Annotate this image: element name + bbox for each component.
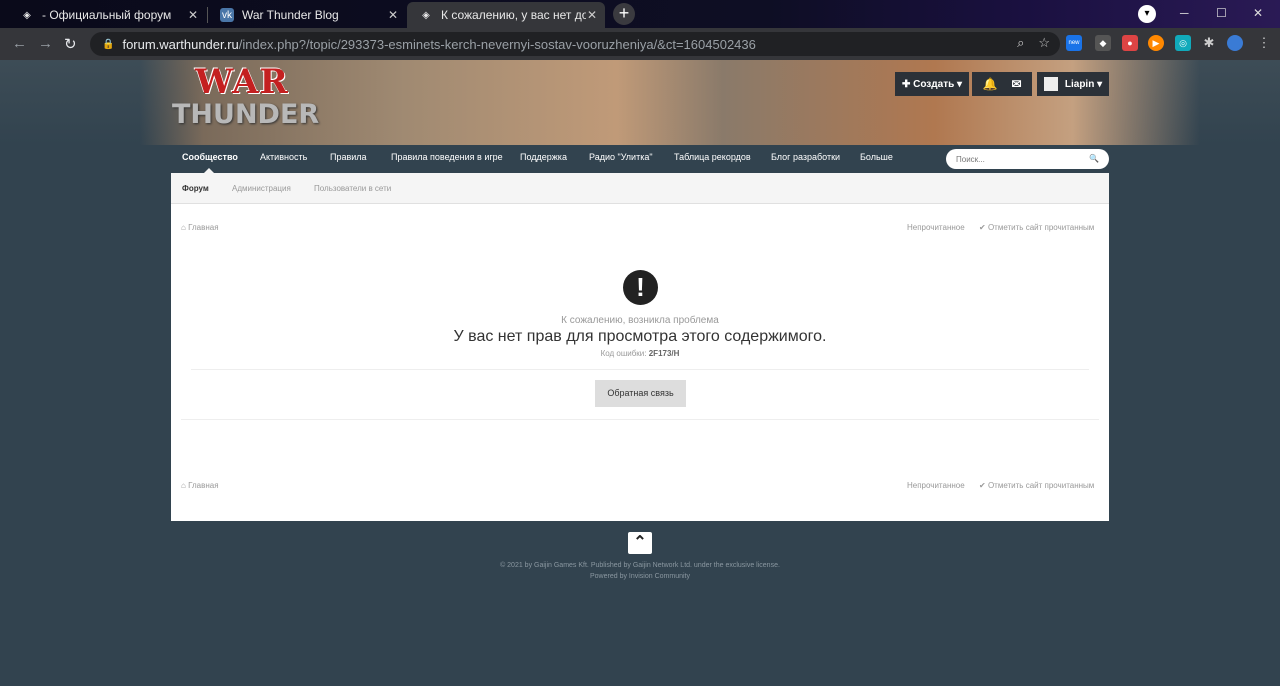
tab-administration[interactable]: Администрация bbox=[232, 184, 291, 193]
close-tab-icon[interactable]: ✕ bbox=[188, 8, 198, 22]
back-to-top-button[interactable]: ⌃ bbox=[628, 532, 652, 554]
home-icon: ⌂ bbox=[181, 223, 186, 232]
tab-online-users[interactable]: Пользователи в сети bbox=[314, 184, 391, 193]
nav-item-dev-blog[interactable]: Блог разработки bbox=[771, 152, 840, 162]
nav-item-rules[interactable]: Правила bbox=[330, 152, 367, 162]
user-menu[interactable]: Liapin ▾ bbox=[1037, 72, 1109, 96]
url-path: /index.php?/topic/293373-esminets-kerch-… bbox=[238, 36, 756, 52]
browser-tab-2[interactable]: vk War Thunder Blog ✕ bbox=[208, 2, 406, 28]
avatar bbox=[1043, 77, 1058, 91]
nav-item-activity[interactable]: Активность bbox=[260, 152, 307, 162]
minimize-icon[interactable]: ─ bbox=[1180, 6, 1189, 20]
error-panel: ! К сожалению, возникла проблема У вас н… bbox=[181, 250, 1099, 420]
unread-link[interactable]: Непрочитанное bbox=[907, 481, 965, 490]
nav-item-community[interactable]: Сообщество bbox=[182, 152, 238, 162]
nav-item-more[interactable]: Больше bbox=[860, 152, 893, 162]
username-label: Liapin ▾ bbox=[1064, 78, 1103, 90]
search-icon[interactable]: 🔍 bbox=[1089, 154, 1099, 163]
browser-tab-1[interactable]: ◈ - Официальный форум ✕ bbox=[8, 2, 206, 28]
extension-icon[interactable]: ● bbox=[1122, 35, 1138, 51]
lock-icon: 🔒 bbox=[102, 38, 115, 50]
create-button[interactable]: ✚ Создать ▾ bbox=[895, 72, 969, 96]
search-input[interactable]: Поиск... 🔍 bbox=[946, 149, 1109, 169]
checkmark-icon: ✔ bbox=[979, 481, 986, 490]
mark-read-link[interactable]: ✔ Отметить сайт прочитанным bbox=[979, 481, 1094, 490]
error-subtitle: К сожалению, возникла проблема bbox=[561, 315, 719, 326]
url-host: forum.warthunder.ru bbox=[122, 36, 239, 52]
powered-by-link[interactable]: Powered by Invision Community bbox=[0, 573, 1280, 580]
warthunder-favicon-icon: ◈ bbox=[422, 9, 430, 21]
back-icon[interactable]: ← bbox=[12, 35, 27, 52]
notifications-bar: 🔔 ✉ bbox=[972, 72, 1032, 96]
close-window-icon[interactable]: ✕ bbox=[1253, 6, 1263, 20]
divider bbox=[191, 369, 1089, 370]
extension-new-icon[interactable]: new bbox=[1066, 35, 1082, 51]
profile-menu-icon[interactable]: ▾ bbox=[1138, 5, 1156, 23]
nav-item-radio[interactable]: Радио "Улитка" bbox=[589, 152, 653, 162]
nav-item-support[interactable]: Поддержка bbox=[520, 152, 567, 162]
close-tab-icon[interactable]: ✕ bbox=[586, 8, 597, 22]
browser-tab-3[interactable]: ◈ К сожалению, у вас нет доступа ✕ bbox=[407, 2, 605, 28]
envelope-icon[interactable]: ✉ bbox=[1011, 77, 1021, 91]
vk-favicon-icon: vk bbox=[220, 8, 234, 22]
address-bar[interactable]: 🔒 forum.warthunder.ru /index.php?/topic/… bbox=[90, 32, 1060, 56]
warthunder-logo[interactable]: WAR THUNDER bbox=[172, 64, 319, 140]
forward-icon[interactable]: → bbox=[38, 35, 53, 52]
browser-menu-icon[interactable]: ⋮ bbox=[1256, 35, 1272, 51]
search-placeholder: Поиск... bbox=[956, 155, 985, 164]
nav-item-leaderboard[interactable]: Таблица рекордов bbox=[674, 152, 751, 162]
warthunder-favicon-icon: ◈ bbox=[23, 9, 31, 21]
error-code: Код ошибки: 2F173/H bbox=[600, 349, 680, 358]
extension-icon[interactable]: ◎ bbox=[1175, 35, 1191, 51]
browser-tab-bar: ◈ - Официальный форум ✕ vk War Thunder B… bbox=[0, 0, 1280, 28]
new-tab-button[interactable]: + bbox=[613, 3, 635, 25]
home-icon: ⌂ bbox=[181, 481, 186, 490]
extensions-puzzle-icon[interactable]: ✱ bbox=[1201, 35, 1217, 51]
error-title: У вас нет прав для просмотра этого содер… bbox=[453, 328, 827, 345]
mark-read-link[interactable]: ✔ Отметить сайт прочитанным bbox=[979, 223, 1094, 232]
avatar[interactable] bbox=[1227, 35, 1243, 51]
breadcrumb[interactable]: ⌂ Главная bbox=[181, 481, 219, 490]
maximize-icon[interactable]: ☐ bbox=[1216, 6, 1227, 20]
tab-title: - Официальный форум bbox=[42, 8, 172, 22]
close-tab-icon[interactable]: ✕ bbox=[388, 8, 398, 22]
feedback-button[interactable]: Обратная связь bbox=[595, 380, 686, 407]
secondary-navigation: Форум Администрация Пользователи в сети bbox=[171, 173, 1109, 204]
exclamation-icon: ! bbox=[623, 270, 658, 305]
bookmark-star-icon[interactable]: ☆ bbox=[1038, 35, 1050, 51]
zoom-icon[interactable]: ⌕ bbox=[1017, 35, 1024, 51]
extension-icon[interactable]: ◆ bbox=[1095, 35, 1111, 51]
tab-title: War Thunder Blog bbox=[242, 8, 339, 22]
nav-item-game-rules[interactable]: Правила поведения в игре bbox=[391, 152, 503, 162]
reload-icon[interactable]: ↻ bbox=[64, 35, 77, 53]
tab-forum[interactable]: Форум bbox=[182, 184, 209, 193]
bell-icon[interactable]: 🔔 bbox=[982, 77, 997, 91]
copyright-text: © 2021 by Gaijin Games Kft. Published by… bbox=[500, 562, 780, 569]
breadcrumb[interactable]: ⌂ Главная bbox=[181, 223, 219, 232]
tab-title: К сожалению, у вас нет доступа bbox=[441, 8, 586, 22]
checkmark-icon: ✔ bbox=[979, 223, 986, 232]
extension-icon[interactable]: ▶ bbox=[1148, 35, 1164, 51]
unread-link[interactable]: Непрочитанное bbox=[907, 223, 965, 232]
